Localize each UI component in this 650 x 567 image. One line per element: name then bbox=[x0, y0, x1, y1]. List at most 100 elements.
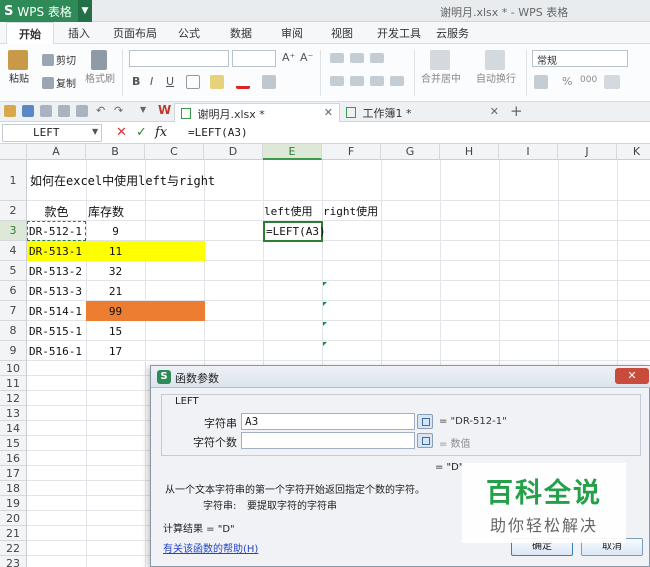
paste-button[interactable]: 粘贴 bbox=[8, 50, 30, 85]
column-header-k[interactable]: K bbox=[617, 144, 650, 160]
cell-a8[interactable]: DR-515-1 bbox=[29, 321, 82, 341]
cell-b4[interactable]: 11 bbox=[86, 241, 145, 261]
row-header-7[interactable]: 7 bbox=[0, 301, 27, 321]
row-header-23[interactable]: 23 bbox=[0, 556, 27, 567]
font-size-select[interactable] bbox=[232, 50, 276, 67]
clear-format-icon[interactable] bbox=[262, 75, 276, 89]
column-header-a[interactable]: A bbox=[27, 144, 86, 160]
column-header-f[interactable]: F bbox=[322, 144, 381, 160]
print-preview-icon[interactable] bbox=[40, 105, 52, 117]
cell-e3-active[interactable]: =LEFT(A3) bbox=[263, 221, 326, 242]
row-header-19[interactable]: 19 bbox=[0, 496, 27, 511]
chevron-down-icon[interactable]: ▼ bbox=[78, 0, 92, 22]
column-header-g[interactable]: G bbox=[381, 144, 440, 160]
column-header-e[interactable]: E bbox=[263, 144, 322, 160]
row-header-11[interactable]: 11 bbox=[0, 376, 27, 391]
cell-b7[interactable]: 99 bbox=[86, 301, 145, 321]
redo-icon[interactable]: ↷ bbox=[114, 104, 123, 117]
row-header-14[interactable]: 14 bbox=[0, 421, 27, 436]
font-shrink-button[interactable]: A⁻ bbox=[300, 51, 313, 64]
row-header-17[interactable]: 17 bbox=[0, 466, 27, 481]
column-header-j[interactable]: J bbox=[558, 144, 617, 160]
dialog-title-bar[interactable]: S 函数参数 ✕ bbox=[151, 366, 650, 388]
column-header-d[interactable]: D bbox=[204, 144, 263, 160]
number-format-select[interactable]: 常规 bbox=[532, 50, 628, 67]
tab-insert[interactable]: 插入 bbox=[68, 25, 90, 41]
align-center-icon[interactable] bbox=[350, 76, 364, 86]
row-header-10[interactable]: 10 bbox=[0, 361, 27, 376]
cut-button[interactable]: 剪切 bbox=[42, 52, 76, 67]
row-header-2[interactable]: 2 bbox=[0, 201, 27, 221]
row-header-3[interactable]: 3 bbox=[0, 221, 27, 241]
cell-b3[interactable]: 9 bbox=[86, 221, 145, 241]
column-header-b[interactable]: B bbox=[86, 144, 145, 160]
formula-input[interactable]: =LEFT(A3) bbox=[182, 124, 648, 142]
app-menu-button[interactable]: S WPS 表格 ▼ bbox=[0, 0, 92, 22]
select-all-corner[interactable] bbox=[0, 144, 27, 160]
border-icon[interactable] bbox=[186, 75, 200, 89]
chevron-down-icon[interactable]: ▼ bbox=[92, 127, 98, 136]
name-box[interactable]: LEFT bbox=[2, 124, 102, 142]
insert-function-icon[interactable]: fx bbox=[155, 125, 167, 140]
doc-tab-workbook1[interactable]: 工作簿1 * ✕ bbox=[340, 103, 505, 122]
cell-b9[interactable]: 17 bbox=[86, 341, 145, 361]
row-header-6[interactable]: 6 bbox=[0, 281, 27, 301]
align-bottom-icon[interactable] bbox=[370, 53, 384, 63]
cell-a9[interactable]: DR-516-1 bbox=[29, 341, 82, 361]
new-tab-plus-icon[interactable]: + bbox=[510, 102, 523, 120]
thousands-separator-button[interactable]: 000 bbox=[580, 75, 597, 85]
cell-a1[interactable]: 如何在excel中使用left与right bbox=[30, 160, 215, 201]
confirm-formula-icon[interactable]: ✓ bbox=[136, 125, 147, 140]
underline-button[interactable]: U bbox=[166, 75, 174, 88]
column-header-h[interactable]: H bbox=[440, 144, 499, 160]
cancel-formula-icon[interactable]: ✕ bbox=[116, 125, 127, 140]
copy-button[interactable]: 复制 bbox=[42, 75, 76, 90]
cell-b2[interactable]: 库存数 bbox=[88, 201, 145, 221]
font-name-select[interactable] bbox=[129, 50, 229, 67]
format-painter-button[interactable]: 格式刷 bbox=[85, 50, 115, 85]
row-header-22[interactable]: 22 bbox=[0, 541, 27, 556]
currency-icon[interactable] bbox=[534, 75, 548, 89]
row-header-1[interactable]: 1 bbox=[0, 160, 27, 201]
row-header-16[interactable]: 16 bbox=[0, 451, 27, 466]
save-icon[interactable] bbox=[22, 105, 34, 117]
column-header-c[interactable]: C bbox=[145, 144, 204, 160]
font-color-icon[interactable] bbox=[236, 75, 250, 89]
cell-a4[interactable]: DR-513-1 bbox=[29, 241, 82, 261]
wrap-text-button[interactable]: 自动换行 bbox=[476, 50, 516, 85]
cell-a2[interactable]: 款色 bbox=[27, 201, 86, 221]
arg-string-input[interactable]: A3 bbox=[241, 413, 415, 430]
fill-color-icon[interactable] bbox=[210, 75, 224, 89]
row-header-9[interactable]: 9 bbox=[0, 341, 27, 361]
row-header-18[interactable]: 18 bbox=[0, 481, 27, 496]
cell-f2[interactable]: right使用 bbox=[323, 201, 378, 221]
cell-a3[interactable]: DR-512-1 bbox=[27, 221, 86, 241]
close-icon[interactable]: ✕ bbox=[615, 368, 649, 384]
decimal-increase-icon[interactable] bbox=[604, 75, 620, 89]
tab-data[interactable]: 数据 bbox=[230, 25, 252, 41]
collapse-dialog-icon[interactable] bbox=[417, 414, 433, 429]
column-header-i[interactable]: I bbox=[499, 144, 558, 160]
tab-page-layout[interactable]: 页面布局 bbox=[113, 25, 157, 41]
wps-w-icon[interactable]: W bbox=[158, 103, 171, 117]
cell-e2[interactable]: left使用 bbox=[264, 201, 313, 221]
cell-a6[interactable]: DR-513-3 bbox=[29, 281, 82, 301]
close-icon[interactable]: ✕ bbox=[324, 106, 333, 119]
row-header-13[interactable]: 13 bbox=[0, 406, 27, 421]
row-header-20[interactable]: 20 bbox=[0, 511, 27, 526]
function-help-link[interactable]: 有关该函数的帮助(H) bbox=[163, 540, 258, 555]
row-header-21[interactable]: 21 bbox=[0, 526, 27, 541]
row-header-15[interactable]: 15 bbox=[0, 436, 27, 451]
font-grow-button[interactable]: A⁺ bbox=[282, 51, 295, 64]
align-left-icon[interactable] bbox=[330, 76, 344, 86]
italic-button[interactable]: I bbox=[150, 75, 153, 88]
align-middle-icon[interactable] bbox=[350, 53, 364, 63]
cell-a5[interactable]: DR-513-2 bbox=[29, 261, 82, 281]
undo-icon[interactable]: ↶ bbox=[96, 104, 105, 117]
doc-tab-xieming[interactable]: 谢明月.xlsx * ✕ bbox=[174, 103, 340, 122]
row-header-4[interactable]: 4 bbox=[0, 241, 27, 261]
tab-formulas[interactable]: 公式 bbox=[178, 25, 200, 41]
arg-num-chars-input[interactable] bbox=[241, 432, 415, 449]
tab-cloud[interactable]: 云服务 bbox=[436, 25, 469, 41]
cell-b6[interactable]: 21 bbox=[86, 281, 145, 301]
